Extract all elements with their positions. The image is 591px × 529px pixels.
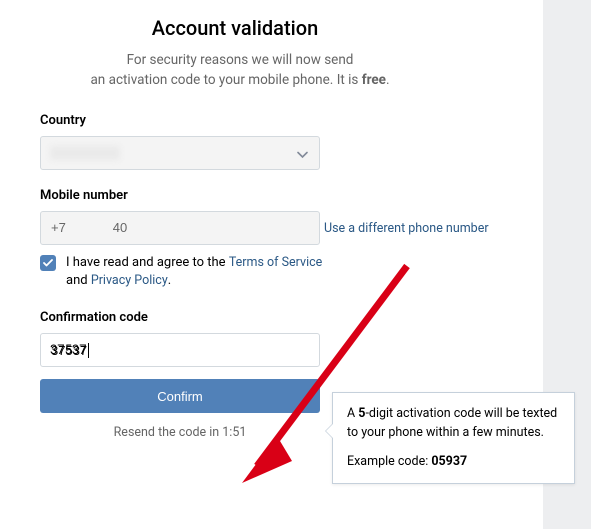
subtitle-free: free bbox=[362, 72, 386, 88]
confirmation-label: Confirmation code bbox=[40, 310, 500, 325]
check-icon bbox=[43, 259, 53, 267]
mobile-label: Mobile number bbox=[40, 188, 500, 203]
page: Account validation For security reasons … bbox=[0, 0, 540, 440]
country-label: Country bbox=[40, 113, 500, 128]
page-title: Account validation bbox=[0, 16, 500, 40]
subtitle-line2c: . bbox=[386, 72, 390, 88]
agree-text: I have read and agree to the Terms of Se… bbox=[66, 254, 326, 290]
resend-prefix: Resend the code in bbox=[114, 425, 223, 440]
agree-b: and bbox=[66, 273, 91, 288]
page-subtitle: For security reasons we will now send an… bbox=[0, 50, 500, 91]
code-input-wrap: 37537 bbox=[40, 333, 320, 367]
activation-tooltip: A 5-digit activation code will be texted… bbox=[332, 392, 575, 484]
resend-text: Resend the code in 1:51 bbox=[40, 425, 320, 440]
example-b: 05937 bbox=[431, 454, 467, 469]
country-select-wrap bbox=[40, 136, 320, 170]
privacy-link[interactable]: Privacy Policy bbox=[91, 273, 168, 288]
subtitle-line2a: an activation code to your mobile phone.… bbox=[90, 72, 361, 88]
agree-row: I have read and agree to the Terms of Se… bbox=[40, 254, 500, 290]
country-redacted bbox=[50, 146, 120, 160]
confirm-button[interactable]: Confirm bbox=[40, 379, 320, 413]
agree-a: I have read and agree to the bbox=[66, 255, 229, 270]
tos-link[interactable]: Terms of Service bbox=[229, 255, 322, 270]
tooltip-a: A bbox=[347, 406, 358, 421]
tooltip-c: -digit activation code will be texted to… bbox=[347, 406, 557, 440]
mobile-input[interactable] bbox=[40, 211, 320, 245]
different-phone-link[interactable]: Use a different phone number bbox=[324, 221, 489, 236]
subtitle-line1: For security reasons we will now send bbox=[127, 52, 354, 68]
resend-time: 1:51 bbox=[222, 425, 246, 440]
example-a: Example code: bbox=[347, 454, 431, 469]
tooltip-line1: A 5-digit activation code will be texted… bbox=[347, 405, 560, 443]
agree-c: . bbox=[168, 273, 171, 288]
tooltip-example: Example code: 05937 bbox=[347, 453, 560, 472]
agree-checkbox[interactable] bbox=[40, 255, 56, 271]
confirmation-input[interactable] bbox=[40, 333, 320, 367]
